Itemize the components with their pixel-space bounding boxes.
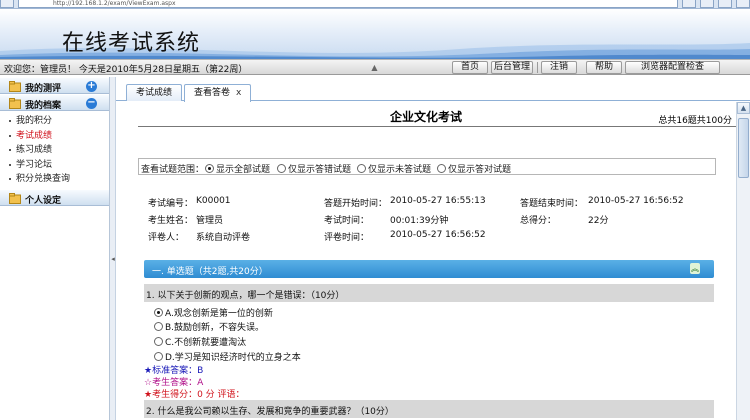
total-score-value: 22分 bbox=[588, 216, 609, 226]
folder-icon bbox=[9, 98, 21, 109]
exam-title: 企业文化考试 bbox=[389, 110, 462, 124]
total-score-label: 总得分： bbox=[520, 216, 557, 226]
sidebar-group-my-profile[interactable]: 我的档案 − bbox=[0, 94, 109, 111]
start-time-label: 答题开始时间： bbox=[324, 199, 388, 209]
sidebar-group-label: 我的测评 bbox=[25, 84, 62, 94]
question-filter: 查看试题范围： 显示全部试题 仅显示答错试题 仅显示未答试题 仅显示答对试题 bbox=[138, 158, 716, 175]
sidebar-group-my-tests[interactable]: 我的测评 + bbox=[0, 77, 109, 94]
question-text: 2. 什么是我公司赖以生存、发展和竞争的重要武器？（10分） bbox=[146, 407, 394, 417]
duration-value: 00:01:39分钟 bbox=[390, 216, 449, 226]
home-button[interactable]: 首页 bbox=[452, 61, 488, 74]
radio-icon bbox=[154, 337, 163, 346]
title-divider bbox=[138, 126, 736, 127]
scroll-thumb[interactable] bbox=[738, 118, 749, 178]
option-d[interactable]: D.学习是知识经济时代的立身之本 bbox=[154, 350, 301, 363]
tab-exam-scores[interactable]: 考试成绩 bbox=[126, 84, 183, 101]
close-icon[interactable]: x bbox=[236, 88, 241, 98]
browser-address-bar: http://192.168.1.2/exam/ViewExam.aspx bbox=[0, 0, 750, 9]
option-a[interactable]: A.观念创新是第一位的创新 bbox=[154, 306, 273, 319]
collapse-icon[interactable]: − bbox=[86, 98, 97, 109]
folder-icon bbox=[9, 192, 21, 204]
answer-sheet: 企业文化考试 总共16题共100分 查看试题范围： 显示全部试题 仅显示答错试题… bbox=[116, 102, 736, 420]
content-scrollbar[interactable]: ▲ bbox=[736, 102, 750, 420]
sidebar-item-points-exchange[interactable]: 积分兑换查询 bbox=[0, 172, 109, 187]
start-time-value: 2010-05-27 16:55:13 bbox=[390, 196, 486, 206]
student-name-label: 考生姓名： bbox=[148, 216, 194, 226]
app-title: 在线考试系统 bbox=[62, 31, 201, 56]
sidebar-item-practice-scores[interactable]: 练习成绩 bbox=[0, 143, 109, 158]
tab-strip: 考试成绩 查看答卷 x bbox=[116, 84, 750, 102]
sidebar-item-list: 我的积分 考试成绩 练习成绩 学习论坛 积分兑换查询 bbox=[0, 111, 109, 189]
sidebar-group-personal-settings[interactable]: 个人设定 bbox=[0, 188, 109, 206]
chevron-up-icon[interactable]: ▲ bbox=[370, 63, 379, 72]
end-time-value: 2010-05-27 16:56:52 bbox=[588, 196, 684, 206]
section-title: 一. 单选题（共2题,共20分） bbox=[152, 267, 268, 277]
admin-button[interactable]: 后台管理 bbox=[491, 61, 533, 74]
top-navbar: 欢迎您：管理员！ 今天是2010年5月28日星期五（第22周） ▲ 首页 后台管… bbox=[0, 59, 750, 75]
logout-button[interactable]: 注销 bbox=[541, 61, 577, 74]
tab-label: 查看答卷 bbox=[194, 88, 231, 98]
sidebar-item-forum[interactable]: 学习论坛 bbox=[0, 158, 109, 173]
grade-time-value: 2010-05-27 16:56:52 bbox=[390, 230, 486, 240]
sidebar-item-points[interactable]: 我的积分 bbox=[0, 114, 109, 129]
grade-time-label: 评卷时间： bbox=[324, 233, 370, 243]
radio-icon bbox=[357, 164, 366, 173]
exam-summary: 总共16题共100分 bbox=[658, 116, 732, 126]
address-input[interactable]: http://192.168.1.2/exam/ViewExam.aspx bbox=[18, 0, 678, 8]
help-button[interactable]: 帮助 bbox=[586, 61, 622, 74]
end-time-label: 答题结束时间： bbox=[520, 199, 584, 209]
radio-icon bbox=[437, 164, 446, 173]
sidebar-group-label: 我的档案 bbox=[25, 101, 62, 111]
radio-icon bbox=[277, 164, 286, 173]
question-text: 1. 以下关于创新的观点，哪一个是错误：（10分） bbox=[146, 291, 345, 301]
duration-label: 考试时间： bbox=[324, 216, 370, 226]
filter-label: 查看试题范围： bbox=[141, 165, 205, 175]
browser-check-button[interactable]: 浏览器配置检查 bbox=[625, 61, 720, 74]
option-c[interactable]: C.不创新就要遭淘汰 bbox=[154, 335, 246, 348]
filter-all-radio[interactable]: 显示全部试题 bbox=[205, 162, 270, 175]
sidebar-group-label: 个人设定 bbox=[25, 195, 62, 206]
radio-icon bbox=[154, 322, 163, 331]
grader-value: 系统自动评卷 bbox=[196, 233, 251, 243]
exam-no-label: 考试编号： bbox=[148, 199, 194, 209]
collapse-section-icon[interactable]: ︽ bbox=[690, 263, 700, 274]
welcome-text: 欢迎您：管理员！ 今天是2010年5月28日星期五（第22周） bbox=[4, 65, 248, 75]
scroll-up-icon[interactable]: ▲ bbox=[737, 102, 750, 114]
nav-divider bbox=[537, 62, 538, 73]
grader-label: 评卷人： bbox=[148, 233, 185, 243]
refresh-icon[interactable] bbox=[700, 0, 714, 8]
go-icon[interactable] bbox=[736, 0, 750, 8]
option-b[interactable]: B.鼓励创新，不容失误。 bbox=[154, 320, 264, 333]
section-header-single-choice[interactable]: 一. 单选题（共2题,共20分） ︽ bbox=[144, 260, 714, 278]
folder-icon bbox=[9, 81, 21, 92]
sidebar: 我的测评 + 我的档案 − 我的积分 考试成绩 练习成绩 学习论坛 积分兑换查询… bbox=[0, 77, 110, 420]
app-banner: 在线考试系统 bbox=[0, 9, 750, 59]
filter-correct-radio[interactable]: 仅显示答对试题 bbox=[437, 162, 511, 175]
question-2-header: 2. 什么是我公司赖以生存、发展和竞争的重要武器？（10分） bbox=[144, 400, 714, 418]
stop-icon[interactable] bbox=[718, 0, 732, 8]
student-score: ★考生得分：0 分 评语： bbox=[144, 390, 245, 400]
question-1-header: 1. 以下关于创新的观点，哪一个是错误：（10分） bbox=[144, 284, 714, 302]
tab-label: 考试成绩 bbox=[136, 88, 173, 98]
page-icon bbox=[0, 0, 14, 8]
radio-selected-icon bbox=[154, 308, 163, 317]
student-name-value: 管理员 bbox=[196, 216, 224, 226]
radio-selected-icon bbox=[205, 164, 214, 173]
filter-wrong-radio[interactable]: 仅显示答错试题 bbox=[277, 162, 351, 175]
sidebar-item-exam-scores[interactable]: 考试成绩 bbox=[0, 129, 109, 144]
expand-icon[interactable]: + bbox=[86, 81, 97, 92]
dropdown-icon[interactable] bbox=[682, 0, 696, 8]
exam-no-value: K00001 bbox=[196, 196, 231, 206]
radio-icon bbox=[154, 352, 163, 361]
filter-unanswered-radio[interactable]: 仅显示未答试题 bbox=[357, 162, 431, 175]
tab-view-answers[interactable]: 查看答卷 x bbox=[184, 84, 252, 102]
